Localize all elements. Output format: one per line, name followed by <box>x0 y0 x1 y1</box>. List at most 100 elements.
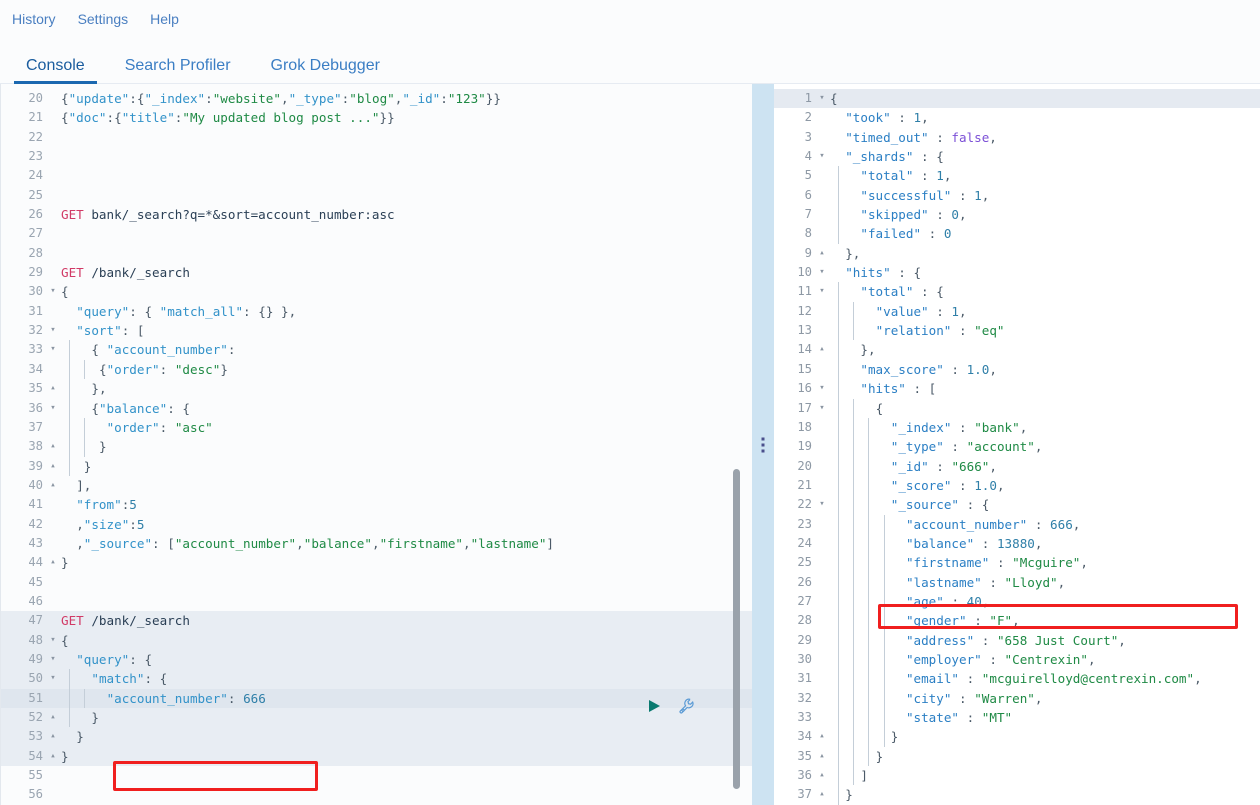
code-line[interactable]: 27 <box>1 224 752 243</box>
code-line[interactable]: 26 GET bank/_search?q=*&sort=account_numb… <box>1 205 752 224</box>
code-line[interactable]: 29 "address" : "658 Just Court", <box>774 630 1260 650</box>
code-fold-toggle-icon[interactable]: ▴ <box>47 553 59 572</box>
code-fold-toggle-icon[interactable]: ▴ <box>47 747 59 766</box>
code-line[interactable]: 35 ▴ }, <box>1 379 752 399</box>
code-line[interactable]: 41 "from":5 <box>1 495 752 514</box>
code-line[interactable]: 30 ▾{ <box>1 282 752 301</box>
code-fold-toggle-icon[interactable]: ▾ <box>47 340 59 359</box>
code-line[interactable]: 37 ▴ } <box>774 785 1260 805</box>
code-line[interactable]: 8 "failed" : 0 <box>774 224 1260 244</box>
code-line[interactable]: 38 ▴ } <box>1 437 752 457</box>
code-line[interactable]: 34 {"order": "desc"} <box>1 359 752 380</box>
response-viewer-lines[interactable]: 1 ▾{2 "took" : 1, 3 "timed_out" : false, 4 ▾… <box>774 84 1260 805</box>
code-line[interactable]: 30 "employer" : "Centrexin", <box>774 649 1260 670</box>
menu-item-history[interactable]: History <box>12 12 56 26</box>
code-line[interactable]: 6 "successful" : 1, <box>774 185 1260 206</box>
code-line[interactable]: 33 "state" : "MT" <box>774 708 1260 728</box>
code-fold-toggle-icon[interactable]: ▾ <box>47 399 59 418</box>
code-line[interactable]: 52 ▴ } <box>1 708 752 728</box>
request-editor-pane[interactable]: 20 {"update":{"_index":"website","_type":… <box>0 84 752 805</box>
code-fold-toggle-icon[interactable]: ▾ <box>816 282 828 301</box>
code-fold-toggle-icon[interactable]: ▴ <box>47 437 59 456</box>
code-fold-toggle-icon[interactable]: ▴ <box>47 379 59 398</box>
code-line[interactable]: 49 ▾ "query": { <box>1 649 752 670</box>
tab-console[interactable]: Console <box>14 58 97 84</box>
code-line[interactable]: 29 GET /bank/_search <box>1 263 752 282</box>
code-line[interactable]: 24 "balance" : 13880, <box>774 533 1260 554</box>
code-line[interactable]: 36 ▾ {"balance": { <box>1 398 752 418</box>
code-line[interactable]: 44 ▴} <box>1 553 752 572</box>
code-fold-toggle-icon[interactable]: ▴ <box>816 766 828 785</box>
code-fold-toggle-icon[interactable]: ▴ <box>47 727 59 746</box>
tab-grok-debugger[interactable]: Grok Debugger <box>259 58 392 84</box>
code-line[interactable]: 22 ▾ "_source" : { <box>774 495 1260 515</box>
code-line[interactable]: 7 "skipped" : 0, <box>774 205 1260 225</box>
code-fold-toggle-icon[interactable]: ▾ <box>816 263 828 282</box>
code-fold-toggle-icon[interactable]: ▾ <box>47 631 59 650</box>
code-line[interactable]: 40 ▴ ], <box>1 476 752 495</box>
code-line[interactable]: 32 ▾ "sort": [ <box>1 321 752 340</box>
code-line[interactable]: 25 "firstname" : "Mcguire", <box>774 553 1260 573</box>
code-fold-toggle-icon[interactable]: ▾ <box>47 282 59 301</box>
code-fold-toggle-icon[interactable]: ▴ <box>816 340 828 359</box>
request-options-wrench-icon[interactable] <box>678 697 696 715</box>
code-fold-toggle-icon[interactable]: ▾ <box>47 650 59 669</box>
code-line[interactable]: 11 ▾ "total" : { <box>774 282 1260 302</box>
code-line[interactable]: 42 ,"size":5 <box>1 515 752 534</box>
code-line[interactable]: 50 ▾ "match": { <box>1 669 752 689</box>
code-line[interactable]: 56 <box>1 785 752 804</box>
code-fold-toggle-icon[interactable]: ▾ <box>816 379 828 398</box>
code-line[interactable]: 2 "took" : 1, <box>774 108 1260 127</box>
menu-item-settings[interactable]: Settings <box>78 12 129 26</box>
code-line[interactable]: 54 ▴} <box>1 746 752 767</box>
code-line[interactable]: 43 ,"_source": ["account_number","balanc… <box>1 534 752 553</box>
code-line[interactable]: 1 ▾{ <box>774 89 1260 109</box>
code-line[interactable]: 36 ▴ ] <box>774 766 1260 786</box>
menu-item-help[interactable]: Help <box>150 12 179 26</box>
code-line[interactable]: 27 "age" : 40, <box>774 591 1260 612</box>
code-line[interactable]: 9 ▴ }, <box>774 244 1260 263</box>
code-line[interactable]: 48 ▾{ <box>1 630 752 650</box>
code-line[interactable]: 46 <box>1 592 752 611</box>
code-line[interactable]: 19 "_type" : "account", <box>774 437 1260 457</box>
code-fold-toggle-icon[interactable]: ▴ <box>47 476 59 495</box>
code-line[interactable]: 3 "timed_out" : false, <box>774 128 1260 147</box>
code-fold-toggle-icon[interactable]: ▴ <box>816 785 828 804</box>
code-line[interactable]: 31 "email" : "mcguirelloyd@centrexin.com… <box>774 669 1260 689</box>
code-line[interactable]: 28 "gender" : "F", <box>774 611 1260 631</box>
code-fold-toggle-icon[interactable]: ▴ <box>47 457 59 476</box>
code-line[interactable]: 23 <box>1 147 752 166</box>
code-line[interactable]: 51 "account_number": 666 <box>1 688 752 708</box>
code-line[interactable]: 10 ▾ "hits" : { <box>774 263 1260 282</box>
code-fold-toggle-icon[interactable]: ▾ <box>47 669 59 688</box>
code-line[interactable]: 35 ▴ } <box>774 746 1260 767</box>
code-line[interactable]: 34 ▴ } <box>774 727 1260 747</box>
code-line[interactable]: 12 "value" : 1, <box>774 301 1260 322</box>
pane-resize-handle[interactable] <box>752 84 774 805</box>
code-line[interactable]: 28 <box>1 244 752 263</box>
code-fold-toggle-icon[interactable]: ▴ <box>47 708 59 727</box>
code-line[interactable]: 14 ▴ }, <box>774 340 1260 360</box>
code-line[interactable]: 32 "city" : "Warren", <box>774 688 1260 708</box>
response-viewer-pane[interactable]: 1 ▾{2 "took" : 1, 3 "timed_out" : false, 4 ▾… <box>774 84 1260 805</box>
code-fold-toggle-icon[interactable]: ▾ <box>816 89 828 108</box>
request-editor-lines[interactable]: 20 {"update":{"_index":"website","_type":… <box>1 84 752 805</box>
code-line[interactable]: 20 "_id" : "666", <box>774 456 1260 476</box>
code-fold-toggle-icon[interactable]: ▴ <box>816 244 828 263</box>
code-line[interactable]: 53 ▴ } <box>1 727 752 747</box>
code-fold-toggle-icon[interactable]: ▾ <box>816 399 828 418</box>
code-line[interactable]: 26 "lastname" : "Lloyd", <box>774 572 1260 592</box>
code-line[interactable]: 20 {"update":{"_index":"website","_type":… <box>1 89 752 108</box>
code-fold-toggle-icon[interactable]: ▴ <box>816 727 828 746</box>
code-line[interactable]: 33 ▾ { "account_number": <box>1 340 752 360</box>
code-line[interactable]: 18 "_index" : "bank", <box>774 417 1260 438</box>
code-line[interactable]: 39 ▴ } <box>1 456 752 476</box>
code-line[interactable]: 16 ▾ "hits" : [ <box>774 379 1260 399</box>
code-line[interactable]: 17 ▾ { <box>774 398 1260 418</box>
code-line[interactable]: 37 "order": "asc" <box>1 417 752 438</box>
code-line[interactable]: 55 <box>1 766 752 785</box>
code-line[interactable]: 25 <box>1 186 752 205</box>
request-editor-scrollbar[interactable] <box>733 469 740 789</box>
code-fold-toggle-icon[interactable]: ▾ <box>816 495 828 514</box>
code-line[interactable]: 21 {"doc":{"title":"My updated blog post … <box>1 108 752 127</box>
